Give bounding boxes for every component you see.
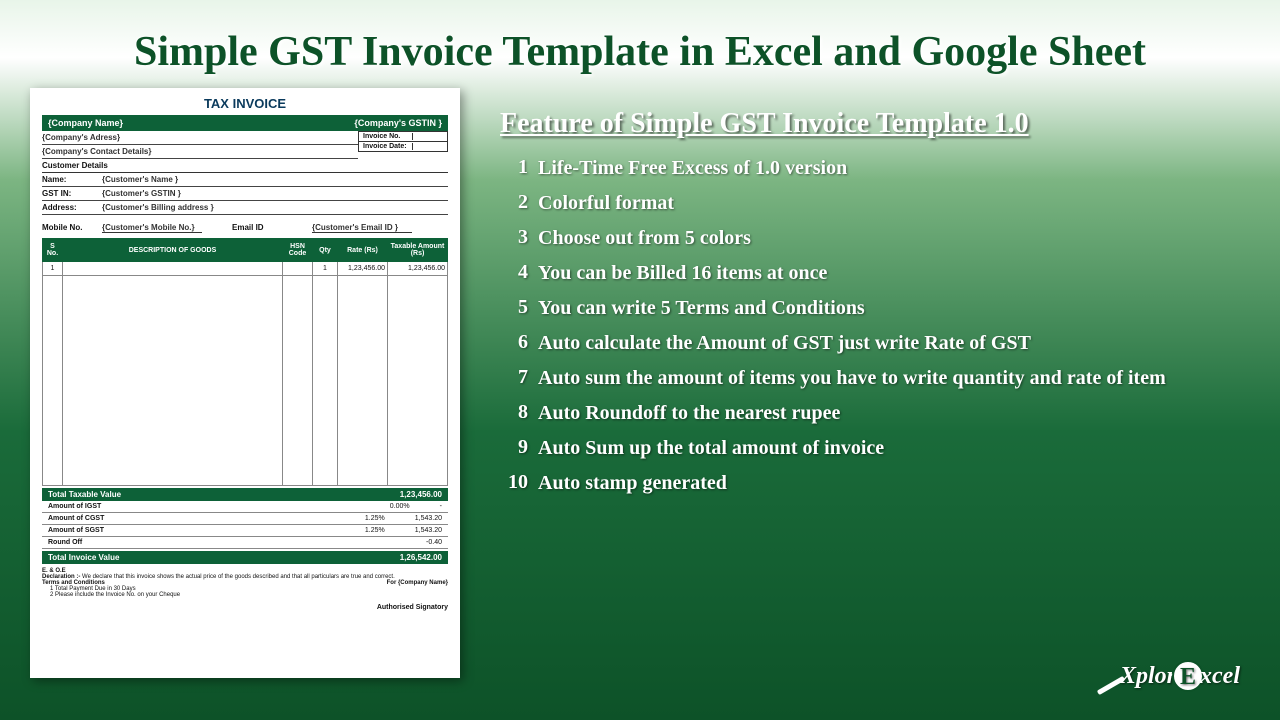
company-contact: {Company's Contact Details} [42, 147, 151, 156]
logo-text-1: Xplor [1120, 663, 1176, 690]
feature-number: 10 [500, 471, 528, 494]
logo-text-2: xcel [1200, 663, 1240, 690]
features-list: 1 Life-Time Free Excess of 1.0 version 2 Co… [500, 156, 1250, 496]
cgst-val: 1,543.20 [415, 515, 442, 522]
feature-number: 5 [500, 296, 528, 319]
brand-logo: Xplor E xcel [1096, 660, 1240, 692]
cgst-label: Amount of CGST [48, 515, 104, 522]
total-taxable-row: Total Taxable Value 1,23,456.00 [42, 488, 448, 501]
sgst-row: Amount of SGST 1.25% 1,543.20 [42, 525, 448, 537]
company-gstin: {Company's GSTIN } [354, 118, 442, 128]
total-invoice-value: 1,26,542.00 [400, 553, 442, 562]
feature-text: Auto calculate the Amount of GST just wr… [538, 331, 1250, 356]
total-taxable-value: 1,23,456.00 [400, 490, 442, 499]
page-title: Simple GST Invoice Template in Excel and… [0, 0, 1280, 88]
feature-item: 6 Auto calculate the Amount of GST just w… [500, 331, 1250, 356]
feature-text: You can write 5 Terms and Conditions [538, 296, 1250, 321]
invoice-items-table: S No. DESCRIPTION OF GOODS HSN Code Qty … [42, 238, 448, 486]
cgst-pct: 1.25% [365, 515, 385, 522]
feature-number: 4 [500, 261, 528, 284]
col-amount: Taxable Amount (Rs) [388, 239, 448, 262]
invoice-company-header: {Company Name} {Company's GSTIN } [42, 115, 448, 131]
feature-item: 9 Auto Sum up the total amount of invoice [500, 436, 1250, 461]
cgst-row: Amount of CGST 1.25% 1,543.20 [42, 513, 448, 525]
feature-item: 3 Choose out from 5 colors [500, 226, 1250, 251]
cell-rate: 1,23,456.00 [338, 262, 388, 276]
cust-email-label: Email ID [232, 223, 292, 233]
table-row: 1 1 1,23,456.00 1,23,456.00 [43, 262, 448, 276]
igst-val: - [440, 503, 442, 510]
customer-section-label: Customer Details [42, 159, 448, 173]
features-panel: Feature of Simple GST Invoice Template 1… [460, 88, 1250, 678]
feature-item: 7 Auto sum the amount of items you have t… [500, 366, 1250, 391]
roundoff-label: Round Off [48, 539, 82, 546]
invoice-doc-title: TAX INVOICE [42, 96, 448, 111]
feature-text: Life-Time Free Excess of 1.0 version [538, 156, 1250, 181]
feature-number: 6 [500, 331, 528, 354]
feature-text: Colorful format [538, 191, 1250, 216]
feature-number: 9 [500, 436, 528, 459]
cust-name-label: Name: [42, 175, 102, 184]
col-rate: Rate (Rs) [338, 239, 388, 262]
cell-sno: 1 [43, 262, 63, 276]
cust-mobile-label: Mobile No. [42, 223, 102, 233]
roundoff-row: Round Off -0.40 [42, 537, 448, 549]
feature-item: 8 Auto Roundoff to the nearest rupee [500, 401, 1250, 426]
cust-mobile: {Customer's Mobile No.} [102, 223, 202, 233]
feature-number: 2 [500, 191, 528, 214]
feature-text: Auto stamp generated [538, 471, 1250, 496]
cell-qty: 1 [313, 262, 338, 276]
feature-item: 4 You can be Billed 16 items at once [500, 261, 1250, 286]
cust-gstin-label: GST IN: [42, 189, 102, 198]
company-address: {Company's Adress} [42, 133, 120, 142]
total-taxable-label: Total Taxable Value [48, 490, 121, 499]
content-area: TAX INVOICE {Company Name} {Company's GS… [0, 88, 1280, 678]
invoice-footer: E. & O.E Declaration :- We declare that … [42, 568, 448, 611]
for-company: For {Company Name} [387, 580, 448, 586]
cust-email: {Customer's Email ID } [312, 223, 412, 233]
feature-text: Auto Roundoff to the nearest rupee [538, 401, 1250, 426]
feature-text: Auto sum the amount of items you have to… [538, 366, 1250, 391]
cust-addr-label: Address: [42, 203, 102, 212]
total-invoice-row: Total Invoice Value 1,26,542.00 [42, 551, 448, 564]
invoice-no-label: Invoice No. [363, 133, 413, 140]
feature-item: 10 Auto stamp generated [500, 471, 1250, 496]
igst-pct: 0.00% [390, 503, 410, 510]
igst-label: Amount of IGST [48, 503, 101, 510]
feature-text: Auto Sum up the total amount of invoice [538, 436, 1250, 461]
cust-gstin: {Customer's GSTIN } [102, 189, 181, 198]
signatory-label: Authorised Signatory [42, 604, 448, 611]
feature-number: 7 [500, 366, 528, 389]
feature-number: 8 [500, 401, 528, 424]
feature-number: 1 [500, 156, 528, 179]
feature-item: 2 Colorful format [500, 191, 1250, 216]
roundoff-val: -0.40 [426, 539, 442, 546]
invoice-meta-box: Invoice No. Invoice Date: [358, 131, 448, 152]
invoice-date-label: Invoice Date: [363, 143, 413, 150]
sgst-val: 1,543.20 [415, 527, 442, 534]
total-invoice-label: Total Invoice Value [48, 553, 119, 562]
cust-name: {Customer's Name } [102, 175, 178, 184]
col-qty: Qty [313, 239, 338, 262]
company-name: {Company Name} [48, 118, 123, 128]
col-desc: DESCRIPTION OF GOODS [63, 239, 283, 262]
feature-item: 1 Life-Time Free Excess of 1.0 version [500, 156, 1250, 181]
feature-number: 3 [500, 226, 528, 249]
cell-amount: 1,23,456.00 [388, 262, 448, 276]
features-title: Feature of Simple GST Invoice Template 1… [500, 108, 1250, 140]
col-hsn: HSN Code [283, 239, 313, 262]
sgst-pct: 1.25% [365, 527, 385, 534]
invoice-preview: TAX INVOICE {Company Name} {Company's GS… [30, 88, 460, 678]
term-2: 2 Please include the Invoice No. on your… [42, 592, 180, 598]
cust-addr: {Customer's Billing address } [102, 203, 214, 212]
col-sno: S No. [43, 239, 63, 262]
feature-item: 5 You can write 5 Terms and Conditions [500, 296, 1250, 321]
igst-row: Amount of IGST 0.00% - [42, 501, 448, 513]
feature-text: You can be Billed 16 items at once [538, 261, 1250, 286]
feature-text: Choose out from 5 colors [538, 226, 1250, 251]
sgst-label: Amount of SGST [48, 527, 104, 534]
